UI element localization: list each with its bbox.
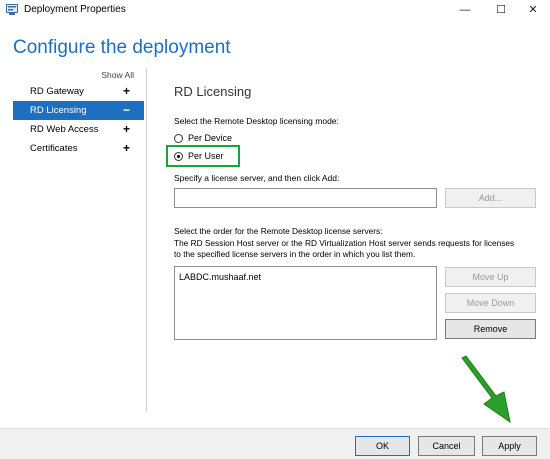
license-server-input[interactable] [174,188,437,208]
arrow-icon [461,355,511,424]
expand-icon: + [122,122,130,136]
page-title: Configure the deployment [13,37,231,58]
sidebar-divider [146,68,147,412]
order-text-line: Select the order for the Remote Desktop … [174,226,383,236]
highlight-box [166,145,240,167]
expand-icon: + [122,141,130,155]
per-device-radio[interactable]: Per Device [174,132,244,146]
maximize-button[interactable]: ☐ [484,0,518,20]
license-server-list[interactable]: LABDC.mushaaf.net [174,266,437,340]
minimize-button[interactable]: — [448,0,482,20]
section-title: RD Licensing [174,84,252,99]
sidebar-item-label: Certificates [30,143,78,154]
list-item[interactable]: LABDC.mushaaf.net [179,272,261,282]
apply-button[interactable]: Apply [482,436,537,456]
per-device-label: Per Device [188,133,233,143]
expand-icon: + [122,84,130,98]
order-description: Select the order for the Remote Desktop … [174,226,544,261]
specify-server-label: Specify a license server, and then click… [174,173,340,183]
sidebar-item-rd-licensing[interactable]: RD Licensing − [13,101,144,120]
ok-button[interactable]: OK [355,436,410,456]
window-title: Deployment Properties [24,4,126,15]
sidebar-item-rd-web-access[interactable]: RD Web Access + [13,120,144,139]
app-icon [6,4,18,15]
radio-unchecked-icon [174,134,183,143]
sidebar-item-rd-gateway[interactable]: RD Gateway + [13,82,144,101]
cancel-button[interactable]: Cancel [418,436,475,456]
show-all-link[interactable]: Show All [101,70,134,80]
licensing-mode-label: Select the Remote Desktop licensing mode… [174,116,339,126]
title-bar: Deployment Properties — ☐ ✕ [0,0,550,20]
sidebar-item-label: RD Licensing [30,105,87,116]
move-up-button[interactable]: Move Up [445,267,536,287]
order-text-line: to the specified license servers in the … [174,249,416,259]
add-button[interactable]: Add... [445,188,536,208]
collapse-icon: − [122,103,130,117]
remove-button[interactable]: Remove [445,319,536,339]
close-button[interactable]: ✕ [516,0,550,20]
sidebar-item-label: RD Gateway [30,86,84,97]
sidebar-item-label: RD Web Access [30,124,99,135]
order-text-line: The RD Session Host server or the RD Vir… [174,237,515,248]
move-down-button[interactable]: Move Down [445,293,536,313]
sidebar-item-certificates[interactable]: Certificates + [13,139,144,158]
sidebar: Show All RD Gateway + RD Licensing − RD … [13,68,146,412]
